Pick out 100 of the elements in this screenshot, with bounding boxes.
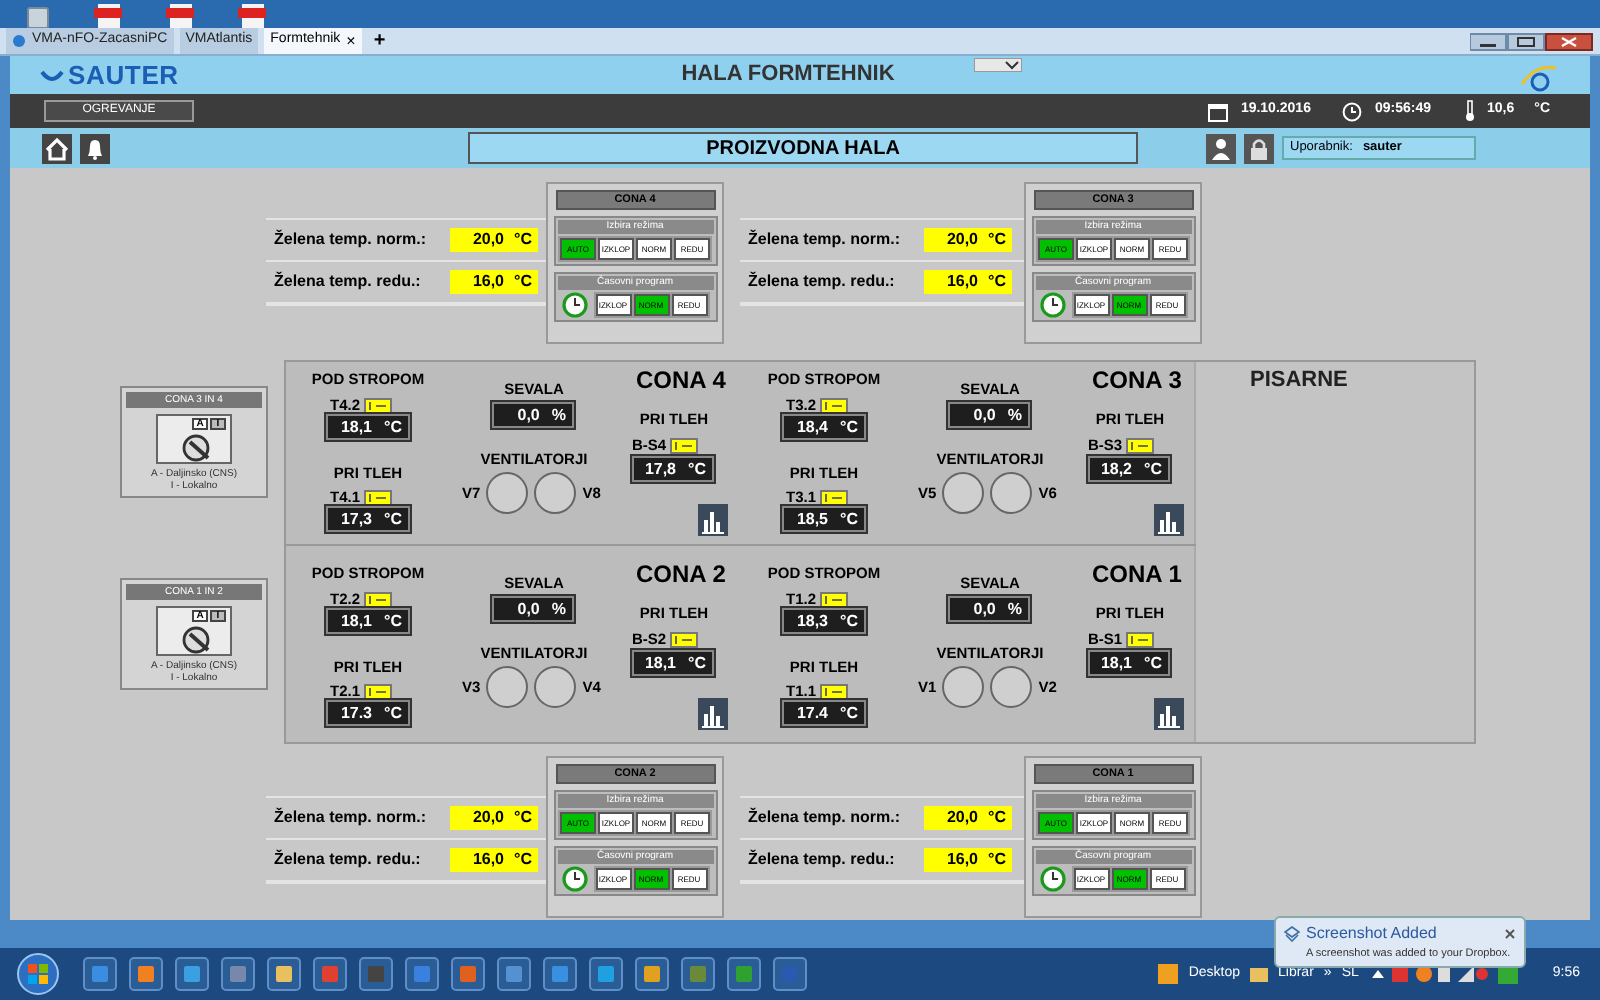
reading-unit: °C bbox=[840, 609, 858, 633]
taskbar-app-icon[interactable] bbox=[174, 956, 210, 992]
window-controls-icon[interactable] bbox=[1470, 31, 1594, 51]
area-label: PISARNE bbox=[1250, 366, 1348, 396]
setpoint-value-field[interactable]: 20,0 °C bbox=[924, 806, 1012, 830]
taskbar-app-icon[interactable] bbox=[82, 956, 118, 992]
chart-button[interactable] bbox=[698, 504, 728, 536]
dropbox-icon bbox=[1284, 926, 1300, 942]
taskbar-app-icon[interactable] bbox=[772, 956, 808, 992]
reading-value: 18,1 bbox=[644, 651, 677, 675]
reading-value: 17,3 bbox=[340, 507, 373, 531]
setpoint-value: 16,0 bbox=[472, 270, 505, 294]
clock-icon bbox=[1342, 101, 1363, 121]
clock-icon[interactable] bbox=[1039, 866, 1065, 892]
recycle-bin-icon[interactable] bbox=[24, 4, 52, 28]
status-tag-icon bbox=[820, 591, 849, 608]
setpoint-value: 20,0 bbox=[472, 228, 505, 252]
taskbar-app-icon[interactable] bbox=[220, 956, 256, 992]
clock-icon[interactable] bbox=[561, 866, 587, 892]
system-tray-icons[interactable] bbox=[1368, 964, 1489, 984]
taskbar-app-icon[interactable] bbox=[358, 956, 394, 992]
reading-value: 18,3 bbox=[796, 609, 829, 633]
clock-icon[interactable] bbox=[1039, 292, 1065, 318]
setpoint-value: 16,0 bbox=[472, 848, 505, 872]
zone-title: CONA 2 bbox=[636, 558, 726, 592]
lock-button[interactable] bbox=[1244, 133, 1274, 163]
alarm-bell-button[interactable] bbox=[80, 133, 110, 163]
page-title: PROIZVODNA HALA bbox=[468, 132, 1138, 164]
reading-unit: °C bbox=[384, 507, 402, 531]
new-tab-button[interactable]: + bbox=[367, 26, 392, 56]
taskbar-app-icon[interactable] bbox=[588, 956, 624, 992]
chart-button[interactable] bbox=[1154, 698, 1184, 730]
pdf-file-icon[interactable] bbox=[236, 4, 268, 28]
setpoint-unit: °C bbox=[988, 848, 1006, 872]
reading-unit: °C bbox=[840, 415, 858, 439]
taskbar-app-icon[interactable] bbox=[634, 956, 670, 992]
reading-value: 0,0 bbox=[973, 403, 996, 427]
reading-value: 18,2 bbox=[1100, 457, 1133, 481]
setpoint-value: 16,0 bbox=[946, 270, 979, 294]
setpoint-label: Želena temp. norm.: bbox=[748, 228, 903, 252]
pdf-file-icon[interactable] bbox=[164, 4, 196, 28]
user-button[interactable] bbox=[1206, 133, 1236, 163]
close-icon[interactable] bbox=[1504, 928, 1516, 940]
taskbar-app-icon[interactable] bbox=[726, 956, 762, 992]
reading-value: 17.3 bbox=[340, 701, 373, 725]
status-tag-icon bbox=[670, 437, 699, 454]
reading-unit: % bbox=[551, 597, 566, 621]
start-button[interactable] bbox=[16, 952, 60, 996]
zone-title: CONA 1 bbox=[1092, 558, 1182, 592]
reading-value: 0,0 bbox=[517, 403, 540, 427]
setpoint-label: Želena temp. norm.: bbox=[274, 228, 429, 252]
folder-icon bbox=[1250, 966, 1268, 982]
sauter-logo: SAUTER bbox=[40, 55, 280, 95]
reading-unit: % bbox=[1007, 403, 1022, 427]
taskbar-app-icon[interactable] bbox=[128, 956, 164, 992]
calendar-icon bbox=[1208, 101, 1229, 121]
pdf-file-icon[interactable] bbox=[92, 4, 124, 28]
setpoint-unit: °C bbox=[988, 806, 1006, 830]
setpoint-value: 16,0 bbox=[946, 848, 979, 872]
setpoint-value-field[interactable]: 16,0 °C bbox=[450, 270, 538, 294]
taskbar-app-icon[interactable] bbox=[404, 956, 440, 992]
setpoint-value-field[interactable]: 16,0 °C bbox=[924, 848, 1012, 872]
reading-value: 17,8 bbox=[644, 457, 677, 481]
toolbar-toggle-icon[interactable] bbox=[974, 58, 1022, 72]
notification-title: Screenshot Added bbox=[1306, 922, 1437, 946]
status-tag-icon bbox=[364, 591, 393, 608]
home-button[interactable] bbox=[42, 133, 72, 163]
reading-unit: °C bbox=[840, 507, 858, 531]
setpoint-unit: °C bbox=[514, 228, 532, 252]
setpoint-value-field[interactable]: 20,0 °C bbox=[450, 806, 538, 830]
chart-button[interactable] bbox=[698, 698, 728, 730]
taskbar-app-icon[interactable] bbox=[680, 956, 716, 992]
taskbar-app-icon[interactable] bbox=[266, 956, 302, 992]
reading-value: 18,4 bbox=[796, 415, 829, 439]
reading-value: 0,0 bbox=[517, 597, 540, 621]
setpoint-value-field[interactable]: 20,0 °C bbox=[450, 228, 538, 252]
taskbar-app-icon[interactable] bbox=[312, 956, 348, 992]
setpoint-value-field[interactable]: 20,0 °C bbox=[924, 228, 1012, 252]
setpoint-value-field[interactable]: 16,0 °C bbox=[450, 848, 538, 872]
tray-app-icon[interactable] bbox=[1158, 964, 1179, 984]
clock-icon[interactable] bbox=[561, 292, 587, 318]
setpoint-value: 20,0 bbox=[946, 806, 979, 830]
page-header-title: HALA FORMTEHNIK bbox=[681, 60, 895, 91]
status-tag-icon bbox=[1126, 631, 1155, 648]
setpoint-unit: °C bbox=[514, 270, 532, 294]
setpoint-value-field[interactable]: 16,0 °C bbox=[924, 270, 1012, 294]
taskbar-app-icon[interactable] bbox=[450, 956, 486, 992]
reading-value: 0,0 bbox=[973, 597, 996, 621]
chart-button[interactable] bbox=[1154, 504, 1184, 536]
zone-title: CONA 3 bbox=[1092, 364, 1182, 398]
close-tab-button[interactable]: × bbox=[346, 29, 356, 53]
reading-unit: °C bbox=[688, 651, 706, 675]
setpoint-label: Želena temp. redu.: bbox=[748, 848, 897, 872]
setpoint-value: 20,0 bbox=[946, 228, 979, 252]
status-tag-icon bbox=[1126, 437, 1155, 454]
taskbar-app-icon[interactable] bbox=[542, 956, 578, 992]
taskbar-app-icon[interactable] bbox=[496, 956, 532, 992]
reading-unit: % bbox=[551, 403, 566, 427]
reading-unit: °C bbox=[384, 701, 402, 725]
reading-unit: % bbox=[1007, 597, 1022, 621]
